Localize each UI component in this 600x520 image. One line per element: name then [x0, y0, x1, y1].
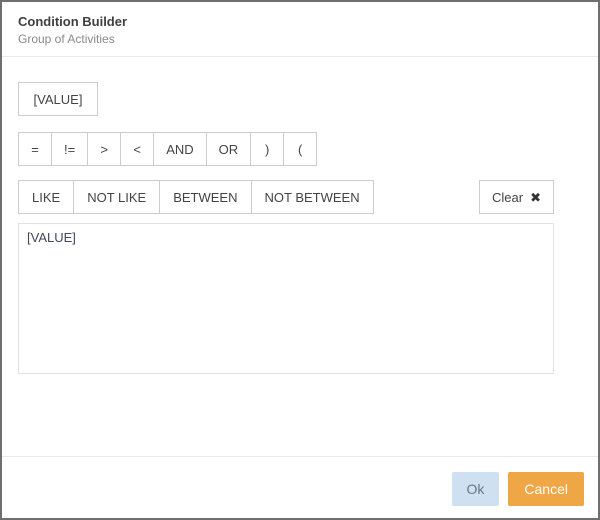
- operator-button-or[interactable]: OR: [205, 132, 252, 166]
- dialog-body: [VALUE] = != > < AND OR ) ( LIKE NOT LIK…: [2, 57, 598, 374]
- clear-button-label: Clear: [492, 189, 524, 205]
- operator-button-open-paren[interactable]: (: [283, 132, 318, 166]
- operator-button-close-paren[interactable]: ): [250, 132, 285, 166]
- ok-button[interactable]: Ok: [451, 472, 500, 506]
- expression-textarea[interactable]: [VALUE]: [18, 223, 554, 374]
- operator-button-and[interactable]: AND: [153, 132, 207, 166]
- dialog-footer: Ok Cancel: [2, 457, 598, 506]
- keyword-row: LIKE NOT LIKE BETWEEN NOT BETWEEN Clear …: [18, 180, 554, 214]
- keyword-button-like[interactable]: LIKE: [18, 180, 75, 214]
- operator-button-greater-than[interactable]: >: [87, 132, 122, 166]
- cancel-button[interactable]: Cancel: [508, 472, 584, 506]
- operator-row: = != > < AND OR ) (: [18, 132, 554, 166]
- clear-x-icon: ✖: [530, 189, 541, 205]
- operator-button-equals[interactable]: =: [18, 132, 52, 166]
- operator-button-group: = != > < AND OR ) (: [18, 132, 318, 166]
- keyword-button-not-between[interactable]: NOT BETWEEN: [250, 180, 374, 214]
- operator-button-less-than[interactable]: <: [120, 132, 155, 166]
- clear-button[interactable]: Clear ✖: [479, 180, 554, 214]
- dialog-subtitle: Group of Activities: [18, 32, 115, 46]
- value-button-row: [VALUE]: [18, 82, 554, 116]
- keyword-button-between[interactable]: BETWEEN: [159, 180, 252, 214]
- dialog-header: Condition Builder Group of Activities: [2, 2, 598, 57]
- condition-builder-dialog: Condition Builder Group of Activities [V…: [0, 0, 600, 520]
- keyword-button-not-like[interactable]: NOT LIKE: [73, 180, 161, 214]
- keyword-button-group: LIKE NOT LIKE BETWEEN NOT BETWEEN: [18, 180, 374, 214]
- value-button[interactable]: [VALUE]: [18, 82, 98, 116]
- operator-button-not-equals[interactable]: !=: [51, 132, 89, 166]
- dialog-title: Condition Builder: [18, 14, 128, 29]
